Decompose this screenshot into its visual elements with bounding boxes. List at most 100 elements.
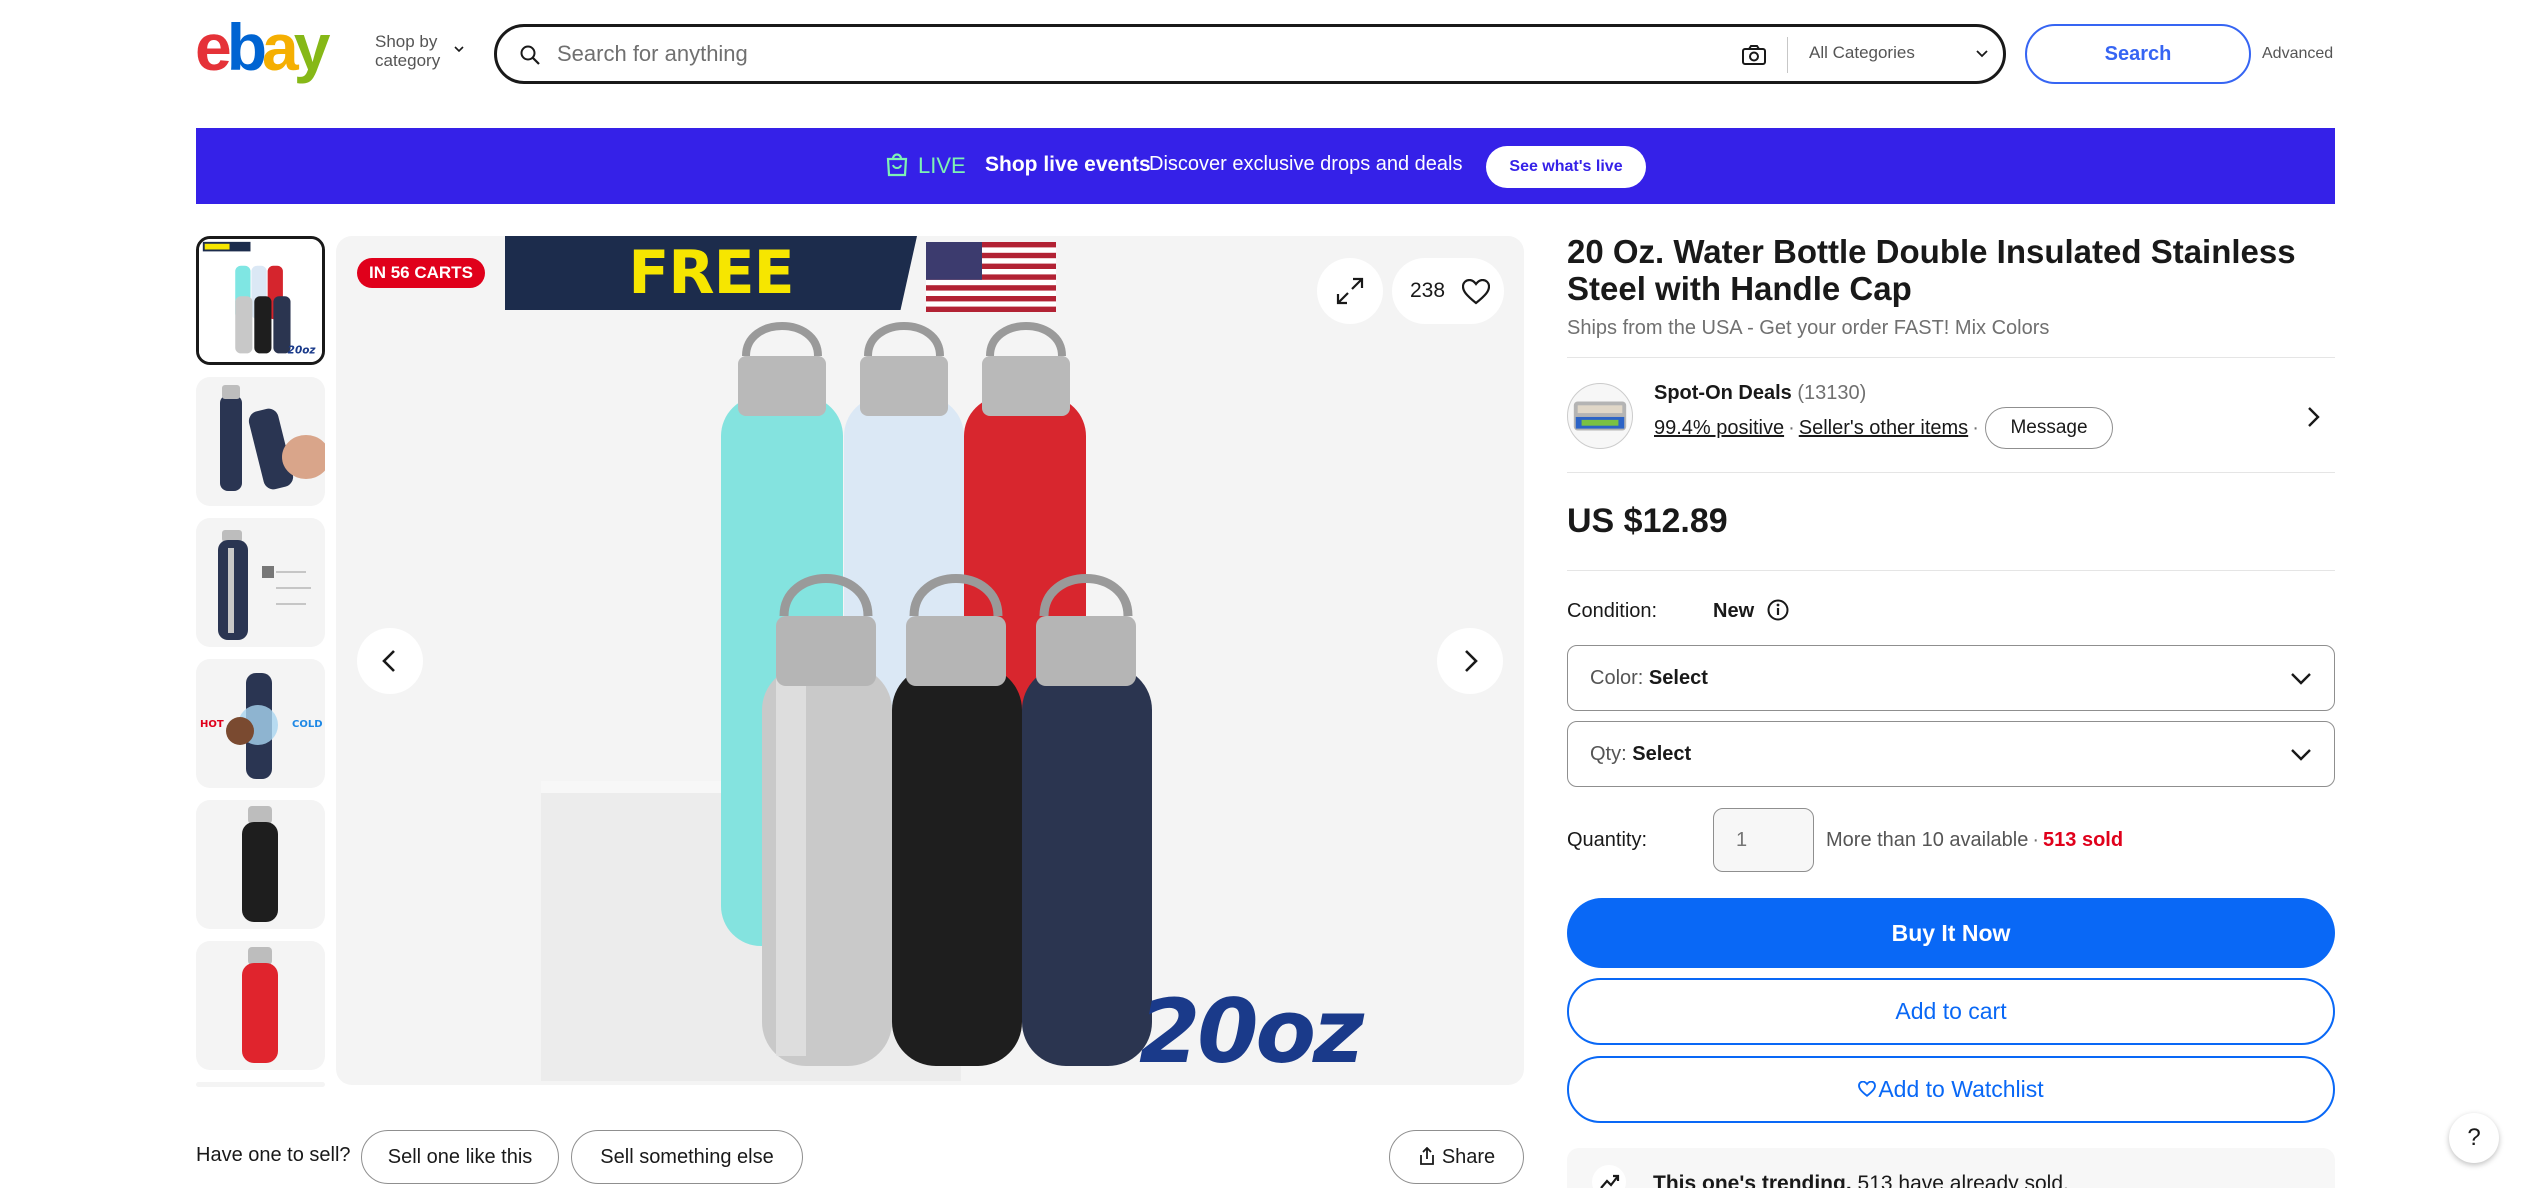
sold-count: 513 sold: [2043, 829, 2124, 851]
condition-value: New: [1713, 600, 1755, 622]
qty-select[interactable]: Qty: Select: [1567, 721, 2335, 787]
bottles-group-thumbnail: 20oz: [199, 239, 322, 362]
color-select[interactable]: Color: Select: [1567, 645, 2335, 711]
condition-label: Condition:: [1567, 600, 1658, 622]
have-one-to-sell-label: Have one to sell?: [196, 1144, 351, 1166]
us-flag-icon: [926, 242, 1056, 312]
svg-text:HOT: HOT: [200, 719, 224, 730]
thumbnail-6[interactable]: [196, 941, 325, 1070]
advanced-search-link[interactable]: Advanced: [2262, 45, 2333, 63]
heart-icon: [1858, 1081, 1877, 1097]
listing-title: 20 Oz. Water Bottle Double Insulated Sta…: [1567, 233, 2296, 307]
camera-icon[interactable]: [1741, 43, 1767, 67]
water-bottles-image: [541, 322, 1152, 1081]
trending-icon: [1592, 1165, 1626, 1188]
availability-count: More than 10 available: [1826, 829, 2029, 851]
separator-dot: ·: [2032, 829, 2040, 851]
seller-feedback-count: (13130): [1797, 382, 1867, 404]
add-to-watchlist-button[interactable]: Add to Watchlist: [1567, 1056, 2335, 1123]
chevron-right-icon: [1465, 650, 1478, 672]
divider: [1567, 472, 2335, 473]
share-label: Share: [1441, 1145, 1496, 1168]
thumbnail-1[interactable]: 20oz: [196, 236, 325, 365]
expand-image-button[interactable]: [1317, 258, 1383, 324]
chevron-down-icon: [1976, 50, 1988, 58]
main-product-image[interactable]: FREE SHIPPING IN 56 CARTS 238 20oz: [336, 236, 1524, 1085]
chevron-down-icon: [454, 46, 464, 53]
heart-icon: [1462, 279, 1490, 305]
seller-logo-icon: [1573, 401, 1627, 431]
chevron-right-icon[interactable]: [2303, 405, 2323, 429]
search-button[interactable]: Search: [2025, 24, 2251, 84]
seller-name[interactable]: Spot-On Deals: [1654, 382, 1792, 404]
thumbnail-7[interactable]: [196, 1082, 325, 1087]
navy-bottle-thumbnail: [220, 385, 325, 491]
in-carts-badge: IN 56 CARTS: [357, 258, 485, 288]
search-icon: [520, 45, 540, 65]
black-bottle-thumbnail: [242, 806, 278, 922]
divider: [1567, 570, 2335, 571]
live-tagline: Discover exclusive drops and deals: [1149, 153, 1463, 175]
expand-icon: [1336, 277, 1364, 305]
thumbnail-5[interactable]: [196, 800, 325, 929]
share-icon: [1419, 1146, 1434, 1165]
shop-by-category[interactable]: Shop by category: [375, 32, 464, 70]
live-events-banner: LIVE Shop live events Discover exclusive…: [196, 128, 2335, 204]
color-select-label: Color: Select: [1590, 667, 1708, 689]
message-seller-button[interactable]: Message: [1985, 407, 2113, 449]
watch-count: 238: [1410, 279, 1446, 302]
info-icon[interactable]: [1766, 598, 1790, 622]
seller-avatar[interactable]: [1567, 383, 1633, 449]
size-label: 20oz: [1139, 980, 1364, 1083]
seller-links: 99.4% positive · Seller's other items ·: [1654, 417, 1983, 440]
thumbnail-2[interactable]: [196, 377, 325, 506]
watch-count-button[interactable]: 238: [1392, 258, 1504, 324]
live-label: LIVE: [918, 153, 966, 178]
divider: [1567, 357, 2335, 358]
seller-name-row[interactable]: Spot-On Deals (13130): [1654, 382, 1866, 405]
free-shipping-banner: FREE SHIPPING: [505, 236, 917, 310]
listing-subtitle: Ships from the USA - Get your order FAST…: [1567, 317, 2050, 339]
red-bottle-thumbnail: [242, 947, 278, 1063]
sellers-other-items-link[interactable]: Seller's other items: [1799, 417, 1968, 439]
qty-select-label: Qty: Select: [1590, 743, 1692, 765]
see-whats-live-button[interactable]: See what's live: [1486, 146, 1646, 188]
quantity-input[interactable]: [1713, 808, 1814, 872]
chevron-left-icon: [382, 650, 395, 672]
search-input[interactable]: [557, 39, 1617, 69]
add-to-watchlist-label: Add to Watchlist: [1878, 1076, 2044, 1102]
trending-text: This one's trending. 513 have already so…: [1653, 1172, 2069, 1188]
thumbnail-3[interactable]: [196, 518, 325, 647]
ebay-logo[interactable]: ebay: [195, 10, 355, 84]
sell-one-like-this-button[interactable]: Sell one like this: [361, 1130, 559, 1184]
sell-something-else-button[interactable]: Sell something else: [571, 1130, 803, 1184]
svg-text:COLD: COLD: [292, 719, 323, 730]
add-to-cart-button[interactable]: Add to cart: [1567, 978, 2335, 1045]
chevron-down-icon: [2291, 749, 2311, 761]
bottle-diagram-thumbnail: [218, 530, 311, 640]
share-button[interactable]: Share: [1389, 1130, 1524, 1184]
thumbnail-4[interactable]: HOT COLD: [196, 659, 325, 788]
separator-dot: ·: [1788, 417, 1795, 439]
search-bar: All Categories: [494, 24, 2006, 84]
previous-image-button[interactable]: [357, 628, 423, 694]
chevron-down-icon: [2291, 673, 2311, 685]
category-select[interactable]: All Categories: [1809, 43, 1915, 63]
help-button[interactable]: ?: [2449, 1113, 2499, 1163]
positive-feedback-link[interactable]: 99.4% positive: [1654, 417, 1784, 439]
availability-text: More than 10 available · 513 sold: [1826, 829, 2123, 852]
buy-it-now-button[interactable]: Buy It Now: [1567, 898, 2335, 968]
separator-dot: ·: [1972, 417, 1979, 439]
hot-cold-thumbnail: HOT COLD: [200, 673, 323, 779]
svg-text:20oz: 20oz: [288, 344, 317, 356]
shop-live-events-label: Shop live events: [985, 153, 1151, 176]
shopping-bag-icon: [886, 153, 908, 177]
search-divider: [1787, 37, 1788, 73]
trending-promo: This one's trending. 513 have already so…: [1567, 1148, 2335, 1188]
svg-text:ebay: ebay: [195, 14, 331, 84]
quantity-label: Quantity:: [1567, 829, 1648, 851]
shop-by-line2: category: [375, 51, 441, 70]
item-price: US $12.89: [1567, 502, 1728, 540]
next-image-button[interactable]: [1437, 628, 1503, 694]
ebay-logo-icon: ebay: [195, 10, 336, 84]
